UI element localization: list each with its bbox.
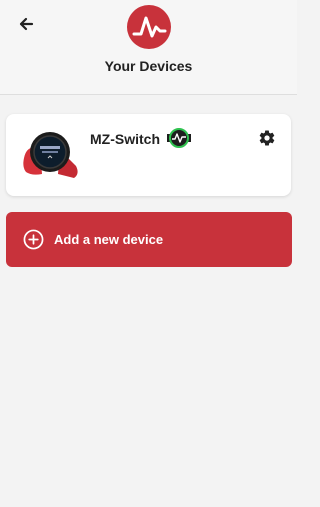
device-card[interactable]: MZ-Switch [6, 114, 291, 196]
page-title: Your Devices [104, 58, 193, 74]
connected-device-icon [167, 128, 191, 148]
add-device-button[interactable]: Add a new device [6, 212, 292, 267]
app-logo [127, 5, 171, 49]
arrow-left-icon [19, 17, 34, 31]
plus-circle-icon [23, 229, 44, 250]
watch-device-image [23, 132, 78, 178]
device-settings-button[interactable] [257, 128, 277, 148]
heart-rate-logo-icon [132, 16, 167, 38]
header: Your Devices [0, 0, 297, 95]
device-name: MZ-Switch [90, 131, 160, 147]
back-button[interactable] [14, 12, 38, 36]
gear-icon [259, 130, 275, 146]
add-device-label: Add a new device [54, 232, 164, 247]
